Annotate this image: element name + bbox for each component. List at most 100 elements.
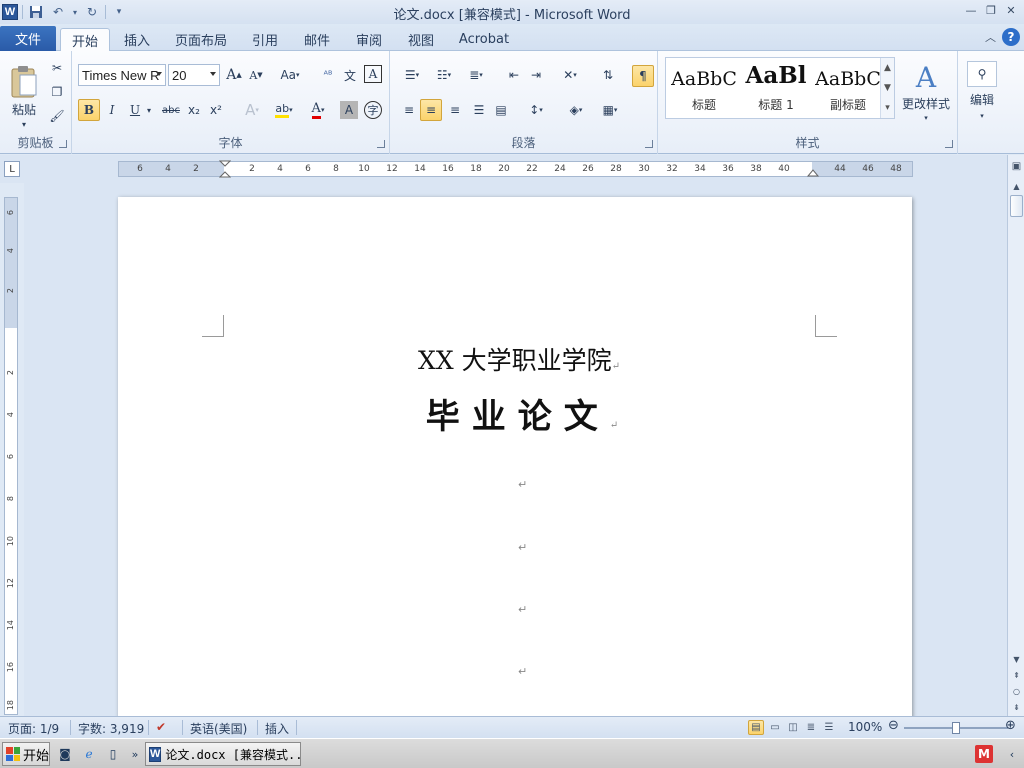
shading-icon[interactable]: ◈ ▾ (562, 99, 590, 121)
align-left-icon[interactable]: ≡ (398, 99, 420, 121)
task-word-document[interactable]: W 论文.docx [兼容模式... (145, 742, 301, 766)
align-right-icon[interactable]: ≡ (444, 99, 466, 121)
next-page-icon[interactable]: ⇟ (1009, 700, 1024, 714)
tab-insert[interactable]: 插入 (116, 28, 158, 51)
zoom-slider[interactable] (904, 722, 1008, 734)
style-heading-1[interactable]: AaBl 标题 1 (740, 58, 812, 118)
empty-paragraph[interactable]: ↵ (518, 541, 527, 554)
minimize-icon[interactable]: — (962, 2, 980, 18)
numbering-icon[interactable]: ☷ ▾ (430, 65, 458, 85)
multilevel-list-icon[interactable]: ≣ ▾ (462, 65, 490, 85)
sort-icon[interactable]: ⇅ (598, 65, 618, 85)
full-screen-reading-icon[interactable]: ▭ (767, 720, 783, 735)
page-count[interactable]: 页面: 1/9 (8, 720, 59, 737)
distributed-icon[interactable]: ▤ (490, 99, 512, 121)
font-color-icon[interactable]: A ▾ (304, 99, 332, 121)
style-title[interactable]: AaBbC 标题 (668, 58, 740, 118)
quick-launch-icon[interactable]: ▯ (104, 745, 122, 763)
word-count[interactable]: 字数: 3,919 (78, 720, 144, 737)
tab-review[interactable]: 审阅 (348, 28, 390, 51)
print-layout-view-icon[interactable]: ▤ (748, 720, 764, 735)
text-effects-icon[interactable]: A ▾ (238, 99, 266, 121)
highlight-color-icon[interactable]: ab ▾ (270, 99, 298, 121)
font-launcher-icon[interactable] (377, 140, 385, 148)
vertical-scrollbar[interactable]: ▣ ▲ ▼ ⇞ ○ ⇟ (1007, 155, 1024, 716)
previous-page-icon[interactable]: ⇞ (1009, 668, 1024, 682)
internet-explorer-icon[interactable]: ℯ (80, 745, 98, 763)
more-styles-icon[interactable]: ▾ (881, 98, 894, 118)
bullets-icon[interactable]: ☰ ▾ (398, 65, 426, 85)
empty-paragraph[interactable]: ↵ (518, 478, 527, 491)
subscript-button[interactable]: x₂ (184, 99, 204, 121)
enclose-characters-icon[interactable]: 字 (364, 101, 382, 119)
tab-selector[interactable]: L (4, 161, 20, 177)
scroll-thumb[interactable] (1010, 195, 1023, 217)
borders-icon[interactable]: ▦ ▾ (596, 99, 624, 121)
insert-mode-indicator[interactable]: 插入 (265, 720, 289, 737)
thesis-title-line[interactable]: 毕业论文↵ (118, 389, 912, 438)
increase-indent-icon[interactable]: ⇥ (526, 65, 546, 85)
show-desktop-icon[interactable]: ◙ (56, 745, 74, 763)
tab-file[interactable]: 文件 (0, 26, 56, 51)
chevron-down-icon[interactable]: ▼ (881, 78, 894, 98)
underline-dropdown-icon[interactable]: ▾ (144, 99, 154, 121)
change-case-button[interactable]: Aa ▾ (276, 65, 304, 85)
phonetic-guide-icon[interactable]: 文 (340, 65, 360, 85)
tab-page-layout[interactable]: 页面布局 (170, 28, 232, 51)
editing-button[interactable]: ⚲ 编辑 ▾ (962, 57, 1002, 123)
superscript-button[interactable]: x² (206, 99, 226, 121)
tab-references[interactable]: 引用 (244, 28, 286, 51)
proofing-icon[interactable]: ✔ (156, 720, 166, 734)
browse-object-icon[interactable]: ○ (1009, 684, 1024, 698)
bold-button[interactable]: B (78, 99, 100, 121)
font-size-combo[interactable]: 20 (168, 64, 220, 86)
web-layout-icon[interactable]: ◫ (785, 720, 801, 735)
font-name-combo[interactable]: Times New R (78, 64, 166, 86)
close-icon[interactable]: ✕ (1002, 2, 1020, 18)
horizontal-ruler[interactable]: 6 4 2 2 4 6 8 10 12 14 16 18 20 22 24 26… (118, 160, 913, 178)
right-indent-marker-icon[interactable] (807, 167, 819, 177)
character-shading-icon[interactable]: A (340, 101, 358, 119)
start-button[interactable]: 开始 (2, 742, 50, 766)
zoom-level[interactable]: 100% (848, 720, 882, 734)
empty-paragraph[interactable]: ↵ (518, 665, 527, 678)
mcafee-icon[interactable]: M (975, 745, 993, 763)
align-center-icon[interactable]: ≡ (420, 99, 442, 121)
character-border-icon[interactable]: A (364, 65, 382, 83)
document-page[interactable]: XX 大学职业学院↵ 毕业论文↵ ↵ ↵ ↵ ↵ (118, 197, 912, 716)
clear-formatting-icon[interactable]: ᴬᴮ (318, 65, 338, 85)
paragraph-launcher-icon[interactable] (645, 140, 653, 148)
vertical-ruler[interactable]: 6 4 2 2 4 6 8 10 12 14 16 18 (4, 197, 18, 715)
view-ruler-icon[interactable]: ▣ (1009, 159, 1024, 173)
indent-marker-icon[interactable] (219, 160, 231, 178)
show-formatting-marks-icon[interactable]: ¶ (632, 65, 654, 87)
change-styles-button[interactable]: A 更改样式 ▾ (900, 57, 952, 127)
scroll-up-icon[interactable]: ▲ (1009, 179, 1024, 193)
paste-button[interactable]: 粘贴 ▾ (6, 57, 42, 137)
chevron-up-icon[interactable]: ▲ (881, 58, 894, 78)
zoom-out-icon[interactable]: ⊖ (888, 718, 899, 733)
school-name-line[interactable]: XX 大学职业学院↵ (118, 341, 912, 377)
style-subtitle[interactable]: AaBbC 副标题 (812, 58, 884, 118)
tab-view[interactable]: 视图 (400, 28, 442, 51)
draft-view-icon[interactable]: ☰ (821, 720, 837, 735)
format-painter-icon[interactable]: 🖌 (48, 107, 66, 125)
strikethrough-button[interactable]: abc (160, 99, 182, 121)
cut-icon[interactable]: ✂ (48, 59, 66, 77)
help-icon[interactable]: ? (1002, 28, 1020, 46)
scroll-down-icon[interactable]: ▼ (1009, 652, 1024, 666)
line-spacing-icon[interactable]: ↕ ▾ (522, 99, 550, 121)
grow-font-button[interactable]: A ▲ (224, 65, 244, 85)
copy-icon[interactable]: ❐ (48, 83, 66, 101)
outline-view-icon[interactable]: ≣ (803, 720, 819, 735)
restore-icon[interactable]: ❐ (982, 2, 1000, 18)
minimize-ribbon-icon[interactable]: ︿ (985, 29, 996, 45)
underline-button[interactable]: U (126, 99, 144, 121)
tab-mailings[interactable]: 邮件 (296, 28, 338, 51)
tray-expand-icon[interactable]: ‹ (1003, 745, 1021, 763)
zoom-in-icon[interactable]: ⊕ (1005, 718, 1016, 733)
tab-acrobat[interactable]: Acrobat (452, 28, 516, 51)
shrink-font-button[interactable]: A ▼ (246, 65, 266, 85)
zoom-slider-thumb[interactable] (952, 722, 960, 734)
clipboard-launcher-icon[interactable] (59, 140, 67, 148)
